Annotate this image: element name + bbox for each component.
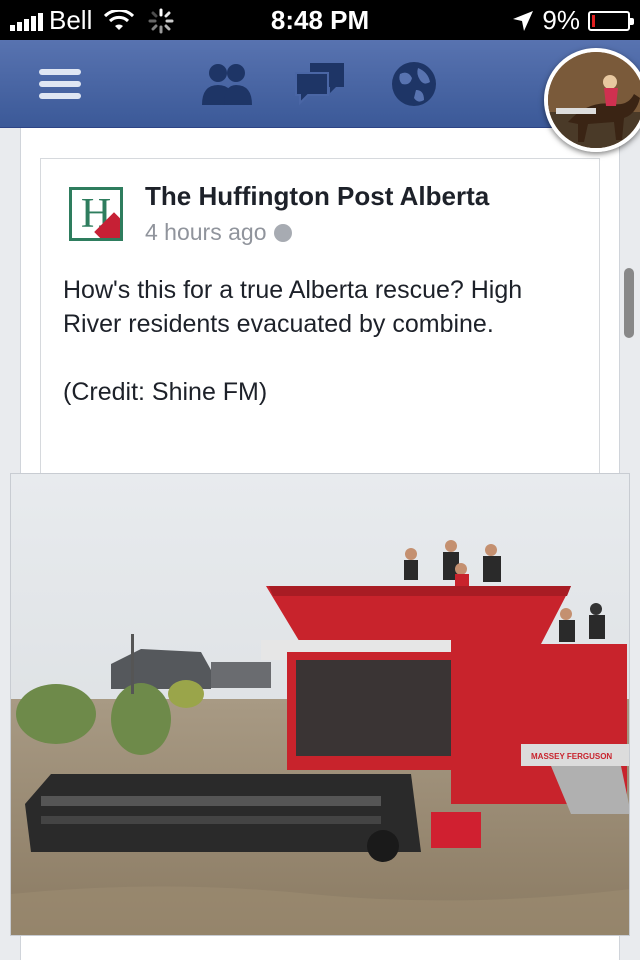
scrollbar[interactable] (624, 268, 634, 338)
friend-requests-icon (202, 64, 252, 105)
post-photo[interactable]: MASSEY FERGUSON (10, 473, 630, 936)
post-text: How's this for a true Alberta rescue? Hi… (63, 273, 583, 443)
status-bar: Bell 8:48 PM 9% (0, 0, 640, 40)
battery-percent: 9% (542, 5, 580, 35)
profile-avatar[interactable] (544, 48, 640, 152)
page-logo[interactable]: H (69, 187, 123, 241)
combine-header (25, 774, 481, 862)
battery-fill (592, 14, 595, 27)
messages-icon (295, 63, 344, 106)
public-globe-icon (274, 223, 293, 242)
friend-requests-button[interactable] (196, 60, 256, 108)
location-arrow-icon (513, 10, 534, 31)
combine-flood-photo: MASSEY FERGUSON (11, 474, 629, 935)
post-text-line: How's this for a true Alberta rescue? Hi… (63, 276, 523, 338)
battery-icon (588, 10, 634, 31)
horse-rider-photo (548, 52, 640, 148)
menu-icon (39, 69, 81, 99)
status-right: 9% (512, 5, 634, 36)
post-card: H The Huffington Post Alberta 4 hours ag… (40, 158, 600, 474)
post-timestamp[interactable]: 4 hours ago (145, 219, 293, 246)
post-time-text: 4 hours ago (145, 219, 267, 245)
combine-brand-label: MASSEY FERGUSON (531, 752, 612, 761)
menu-button[interactable] (30, 60, 90, 108)
notifications-globe-icon (392, 62, 436, 106)
notifications-button[interactable] (384, 60, 444, 108)
page-name-link[interactable]: The Huffington Post Alberta (145, 181, 489, 212)
top-navbar (0, 40, 640, 128)
messages-button[interactable] (290, 60, 350, 108)
post-text-line: (Credit: Shine FM) (63, 378, 268, 406)
